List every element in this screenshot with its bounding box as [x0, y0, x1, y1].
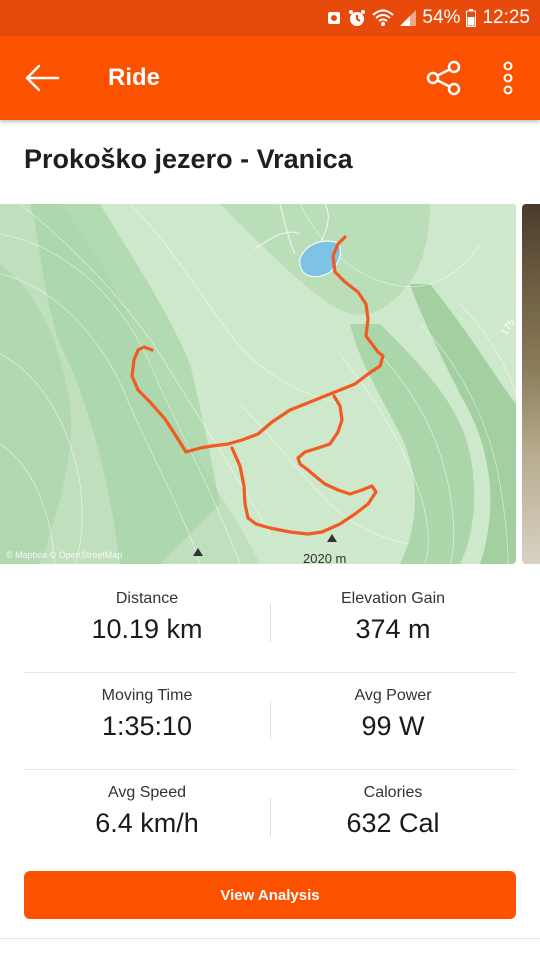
wifi-icon [372, 9, 395, 27]
stat-label: Moving Time [101, 687, 193, 704]
stat-divider [270, 604, 271, 642]
stat-value: 6.4 km/h [95, 808, 199, 838]
stat-label: Elevation Gain [340, 590, 446, 607]
app-bar: Ride [0, 36, 540, 120]
more-vertical-icon [503, 61, 513, 95]
stat-distance: Distance 10.19 km [24, 576, 270, 672]
clock-icon [348, 9, 366, 27]
stat-avg-power: Avg Power 99 W [270, 673, 516, 769]
stat-label: Calories [363, 784, 423, 801]
status-bar: 54% 12:25 [0, 0, 540, 36]
back-arrow-icon [25, 64, 60, 92]
stat-calories: Calories 632 Cal [270, 770, 516, 867]
map-elevation-label: 2020 m [303, 551, 347, 564]
stat-label: Avg Speed [108, 784, 186, 801]
stat-value: 10.19 km [91, 614, 203, 644]
divider [0, 938, 540, 939]
stat-avg-speed: Avg Speed 6.4 km/h [24, 770, 270, 867]
stats-row: Avg Speed 6.4 km/h Calories 632 Cal [24, 770, 516, 867]
alarm-icon [326, 10, 342, 26]
map-attribution[interactable]: © Mapbox © OpenStreetMap [6, 550, 122, 560]
stat-elevation-gain: Elevation Gain 374 m [270, 576, 516, 672]
stat-label: Avg Power [354, 687, 432, 704]
battery-icon [466, 9, 477, 27]
stat-value: 374 m [355, 614, 431, 644]
status-time: 12:25 [482, 7, 530, 28]
activity-title: Prokoško jezero - Vranica [24, 144, 353, 174]
stat-label: Distance [115, 590, 179, 607]
view-analysis-button[interactable]: View Analysis [24, 871, 516, 919]
signal-icon [400, 10, 417, 26]
stats-grid: Distance 10.19 km Elevation Gain 374 m M… [24, 576, 516, 867]
app-title: Ride [108, 64, 161, 91]
stats-row: Distance 10.19 km Elevation Gain 374 m [24, 576, 516, 673]
route-map-graphic [0, 204, 516, 564]
stat-value: 632 Cal [346, 808, 440, 838]
stat-moving-time: Moving Time 1:35:10 [24, 673, 270, 769]
stat-value: 1:35:10 [101, 711, 193, 741]
more-options-button[interactable] [494, 58, 522, 98]
share-icon [426, 60, 461, 96]
stat-divider [270, 798, 271, 836]
stats-row: Moving Time 1:35:10 Avg Power 99 W [24, 673, 516, 770]
stat-value: 99 W [361, 711, 425, 741]
back-button[interactable] [22, 60, 62, 96]
route-map[interactable]: 175 © Mapbox © OpenStreetMap 2020 m [0, 204, 516, 564]
stat-divider [270, 701, 271, 739]
photo-thumbnail[interactable] [522, 204, 540, 564]
share-button[interactable] [424, 58, 464, 98]
battery-percent: 54% [422, 7, 461, 28]
